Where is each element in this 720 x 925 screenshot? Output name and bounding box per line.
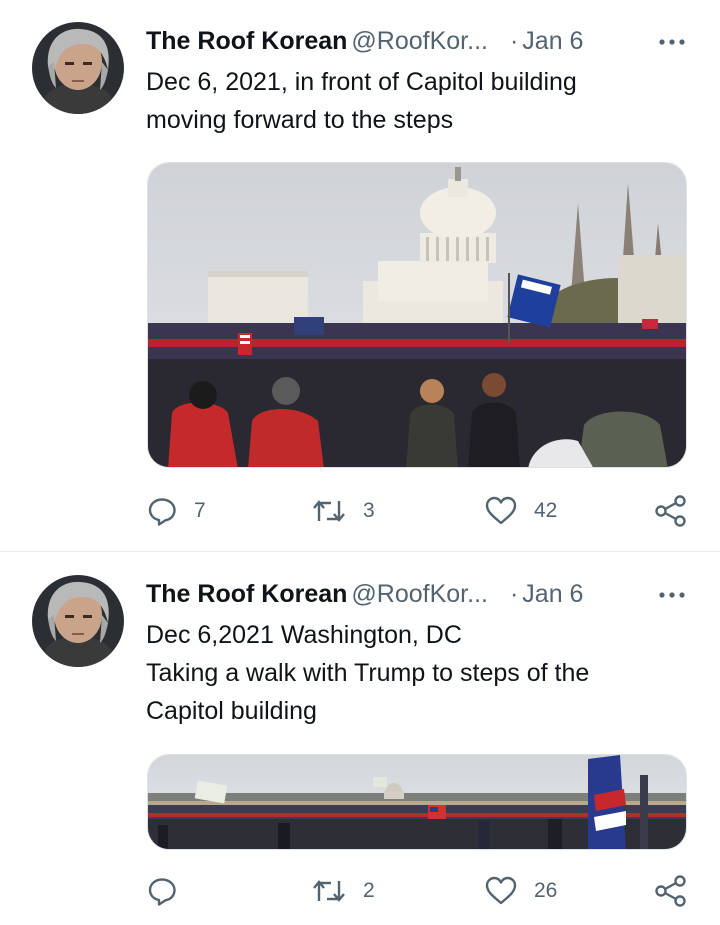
tweet-text: Dec 6,2021 Washington, DC Taking a walk … (146, 616, 691, 730)
panorama-crowd-photo (148, 755, 686, 849)
retweet-button[interactable]: 2 (311, 871, 375, 911)
tweet-header: The Roof Korean @RoofKor... · Jan 6 (146, 574, 691, 614)
like-button[interactable]: 42 (484, 491, 557, 531)
more-icon (659, 39, 685, 45)
more-icon (659, 592, 685, 598)
retweet-icon (313, 500, 345, 522)
share-button[interactable] (654, 491, 688, 531)
like-count: 42 (534, 499, 558, 522)
tweet-text-line: moving forward to the steps (146, 106, 454, 134)
reply-button[interactable]: 7 (146, 491, 206, 531)
tweet[interactable]: The Roof Korean @RoofKor... · Jan 6 Dec 6,2… (0, 552, 720, 925)
tweet-text-line: Taking a walk with Trump to steps of the (146, 659, 590, 687)
reply-button[interactable] (146, 871, 194, 911)
tweet-actions: 7 3 42 (146, 491, 691, 531)
tweet-header: The Roof Korean @RoofKor... · Jan 6 (146, 21, 691, 61)
retweet-count: 2 (363, 879, 375, 902)
reply-count: 7 (194, 499, 206, 522)
share-button[interactable] (654, 871, 688, 911)
author-handle[interactable]: @RoofKor... (351, 27, 488, 55)
author-name[interactable]: The Roof Korean (146, 580, 347, 608)
more-button[interactable] (655, 21, 691, 61)
tweet-image[interactable] (147, 162, 687, 468)
tweet-text-line: Dec 6, 2021, in front of Capitol buildin… (146, 68, 577, 96)
tweet-text-line: Dec 6,2021 Washington, DC (146, 621, 462, 649)
like-button[interactable]: 26 (484, 871, 557, 911)
share-icon (655, 495, 686, 527)
capitol-crowd-photo (148, 163, 686, 467)
author-name[interactable]: The Roof Korean (146, 27, 347, 55)
like-icon (485, 496, 517, 525)
tweet-date[interactable]: Jan 6 (522, 27, 583, 55)
tweet-date[interactable]: Jan 6 (522, 580, 583, 608)
retweet-button[interactable]: 3 (311, 491, 375, 531)
retweet-icon (313, 880, 345, 902)
reply-icon (148, 498, 176, 526)
tweet-image[interactable] (147, 754, 687, 850)
like-icon (485, 876, 517, 905)
more-button[interactable] (655, 574, 691, 614)
reply-icon (148, 878, 176, 906)
avatar[interactable] (32, 575, 124, 667)
tweet-actions: 2 26 (146, 871, 691, 911)
share-icon (655, 875, 686, 907)
separator: · (509, 580, 519, 608)
tweet-text-line: Capitol building (146, 697, 317, 725)
tweet-text: Dec 6, 2021, in front of Capitol buildin… (146, 63, 691, 139)
like-count: 26 (534, 879, 558, 902)
avatar[interactable] (32, 22, 124, 114)
author-handle[interactable]: @RoofKor... (351, 580, 488, 608)
separator: · (509, 27, 519, 55)
tweet[interactable]: The Roof Korean @RoofKor... · Jan 6 Dec 6, … (0, 0, 720, 552)
retweet-count: 3 (363, 499, 375, 522)
